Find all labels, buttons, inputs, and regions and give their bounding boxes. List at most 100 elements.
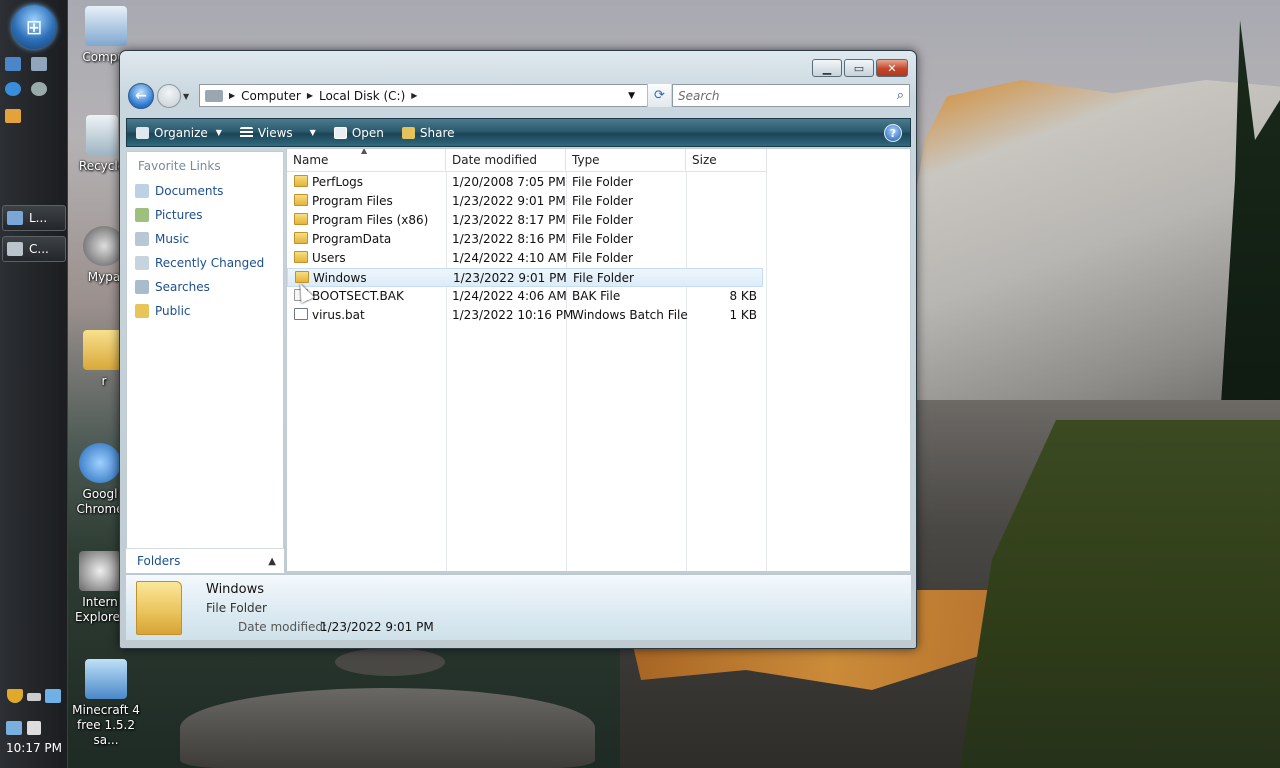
nav-link-searches[interactable]: Searches — [127, 275, 283, 299]
nav-link-documents[interactable]: Documents — [127, 179, 283, 203]
file-date: 1/23/2022 9:01 PM — [453, 271, 567, 285]
column-header-label: Date modified — [452, 153, 538, 167]
breadcrumb-computer[interactable]: Computer — [241, 89, 301, 103]
chevron-down-icon: ▼ — [215, 128, 222, 137]
volume-muted-icon[interactable] — [27, 721, 41, 735]
nav-link-music[interactable]: Music — [127, 227, 283, 251]
mypal-shortcut-icon — [79, 551, 121, 591]
nav-link-recently-changed[interactable]: Recently Changed — [127, 251, 283, 275]
sort-arrow-icon: ▲ — [361, 148, 368, 155]
share-label: Share — [419, 125, 455, 140]
column-header-name[interactable]: ▲ Name — [287, 149, 446, 172]
file-date: 1/23/2022 9:01 PM — [452, 194, 566, 208]
file-row[interactable]: BOOTSECT.BAK 1/24/2022 4:06 AM BAK File 8 K… — [287, 287, 763, 306]
details-modified-label: Date modified: — [238, 620, 328, 634]
caption-buttons: ▁ ▭ ✕ — [812, 59, 908, 77]
file-date: 1/23/2022 10:16 PM — [452, 308, 574, 322]
music-icon — [135, 232, 149, 246]
open-label: Open — [351, 125, 384, 140]
details-name: Windows — [206, 582, 265, 597]
media-quicklaunch-icon[interactable] — [5, 109, 21, 123]
switch-windows-icon[interactable] — [31, 57, 47, 71]
file-type: File Folder — [572, 232, 633, 246]
column-header-label: Type — [572, 153, 600, 167]
folder-icon — [136, 581, 182, 635]
searches-icon — [135, 280, 149, 294]
usb-icon[interactable] — [27, 693, 41, 701]
folders-label: Folders — [137, 554, 181, 568]
file-size: 8 KB — [729, 289, 757, 303]
refresh-button[interactable]: ⟳ — [647, 84, 671, 107]
computer-icon — [7, 211, 23, 225]
navigation-bar: ← ▼ ▶ Computer ▶ Local Disk (C:) ▶ ▼ ⟳ S… — [128, 81, 910, 111]
file-row[interactable]: Users 1/24/2022 4:10 AM File Folder — [287, 249, 763, 268]
file-date: 1/20/2008 7:05 PM — [452, 175, 566, 189]
maximize-button[interactable]: ▭ — [844, 59, 874, 77]
chevron-right-icon[interactable]: ▶ — [411, 91, 417, 100]
details-type: File Folder — [206, 601, 267, 615]
taskbar: ⊞ L... C... 10:17 PM — [0, 0, 68, 768]
file-row[interactable]: Windows 1/23/2022 9:01 PM File Folder — [287, 268, 763, 287]
file-list[interactable]: ▲ Name Date modified Type Size PerfLogs 1… — [286, 148, 911, 572]
folders-toggle[interactable]: Folders ▲ — [126, 548, 284, 573]
command-bar: Organize ▼ Views ▼ Open Share ? — [126, 118, 911, 147]
internet-explorer-quicklaunch-icon[interactable] — [5, 82, 21, 96]
file-date: 1/24/2022 4:10 AM — [452, 251, 567, 265]
pictures-icon — [135, 208, 149, 222]
folder-icon — [294, 213, 308, 225]
desktop-icon-minecraft[interactable]: Minecraft 4 free 1.5.2 sa... — [70, 659, 142, 748]
address-dropdown-icon[interactable]: ▼ — [628, 91, 635, 101]
clock[interactable]: 10:17 PM — [0, 741, 68, 755]
column-header-type[interactable]: Type — [566, 149, 686, 172]
folder-icon — [294, 232, 308, 244]
views-button[interactable]: Views ▼ — [231, 119, 325, 146]
network-monitor-icon[interactable] — [45, 689, 61, 703]
internet-explorer-icon — [79, 443, 121, 483]
file-name: Users — [312, 251, 346, 265]
column-header-size[interactable]: Size — [686, 149, 767, 172]
open-button[interactable]: Open — [325, 119, 393, 146]
search-input[interactable]: Search ⌕ — [672, 84, 910, 107]
recently-changed-icon — [135, 256, 149, 270]
shield-icon[interactable] — [7, 689, 23, 703]
address-bar[interactable]: ▶ Computer ▶ Local Disk (C:) ▶ ▼ — [199, 84, 666, 107]
close-button[interactable]: ✕ — [876, 59, 908, 77]
taskbar-item-1[interactable]: L... — [2, 205, 66, 231]
search-icon[interactable]: ⌕ — [897, 88, 904, 103]
file-row[interactable]: Program Files 1/23/2022 9:01 PM File Folde… — [287, 192, 763, 211]
share-button[interactable]: Share — [393, 119, 464, 146]
file-row[interactable]: PerfLogs 1/20/2008 7:05 PM File Folder — [287, 173, 763, 192]
nav-link-public[interactable]: Public — [127, 299, 283, 323]
nav-link-label: Music — [155, 232, 190, 246]
file-row[interactable]: ProgramData 1/23/2022 8:16 PM File Folder — [287, 230, 763, 249]
help-button[interactable]: ? — [884, 124, 902, 142]
taskbar-item-label: C... — [29, 242, 49, 256]
forward-button[interactable] — [157, 84, 181, 108]
file-type: File Folder — [572, 194, 633, 208]
minimize-button[interactable]: ▁ — [812, 59, 842, 77]
breadcrumb-local-disk[interactable]: Local Disk (C:) — [319, 89, 405, 103]
taskbar-item-2[interactable]: C... — [2, 236, 66, 262]
recent-pages-dropdown[interactable]: ▼ — [183, 92, 193, 101]
column-header-date[interactable]: Date modified — [446, 149, 566, 172]
chevron-right-icon[interactable]: ▶ — [307, 91, 313, 100]
documents-icon — [135, 184, 149, 198]
desktop-icon-label: Minecraft 4 free 1.5.2 sa... — [72, 703, 140, 747]
organize-button[interactable]: Organize ▼ — [127, 119, 231, 146]
file-row[interactable]: Program Files (x86) 1/23/2022 8:17 PM File… — [287, 211, 763, 230]
mypal-quicklaunch-icon[interactable] — [31, 82, 47, 96]
file-date: 1/24/2022 4:06 AM — [452, 289, 567, 303]
nav-link-pictures[interactable]: Pictures — [127, 203, 283, 227]
file-name: virus.bat — [312, 308, 365, 322]
start-button[interactable]: ⊞ — [12, 5, 56, 49]
file-row[interactable]: virus.bat 1/23/2022 10:16 PM Windows Batch… — [287, 306, 763, 325]
file-name: BOOTSECT.BAK — [312, 289, 404, 303]
explorer-window[interactable]: ▁ ▭ ✕ ← ▼ ▶ Computer ▶ Local Disk (C:) ▶… — [119, 50, 917, 649]
file-name: ProgramData — [312, 232, 392, 246]
network-icon[interactable] — [6, 721, 22, 735]
chevron-right-icon[interactable]: ▶ — [229, 91, 235, 100]
computer-icon — [205, 89, 223, 102]
back-button[interactable]: ← — [128, 83, 154, 109]
views-icon — [239, 126, 253, 139]
show-desktop-icon[interactable] — [5, 57, 21, 71]
